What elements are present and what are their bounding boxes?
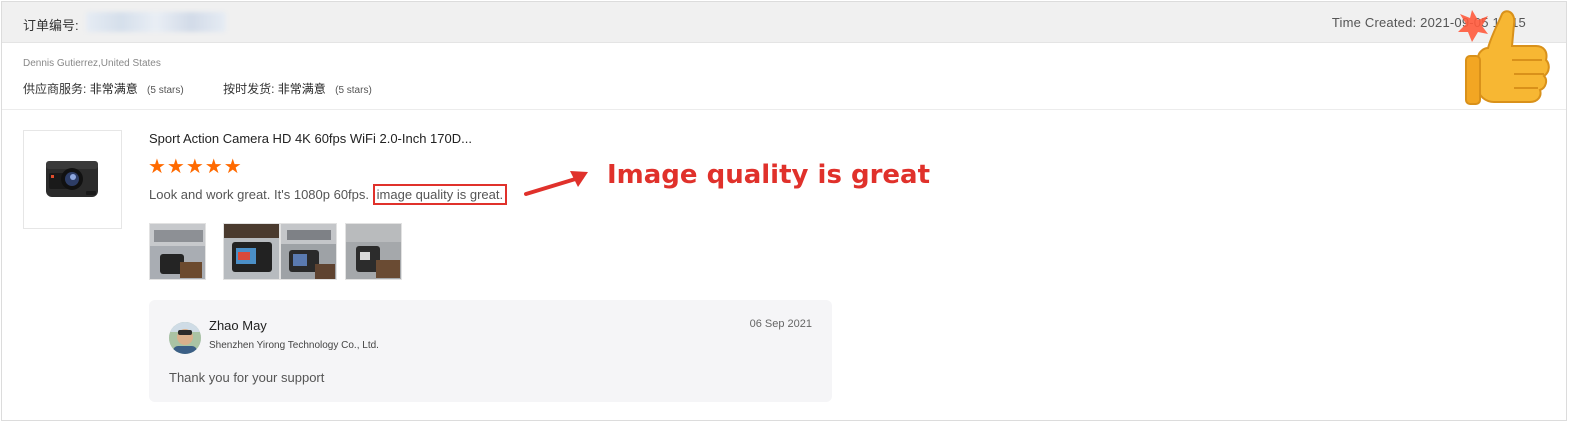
review-card: 订单编号: Time Created: 2021-09-05 12:15 Den… [1, 1, 1567, 421]
rating-stars-text: (5 stars) [335, 85, 372, 96]
photo-thumbnail-icon [281, 224, 336, 279]
review-highlight: image quality is great. [372, 184, 508, 205]
seller-company: Shenzhen Yirong Technology Co., Ltd. [209, 340, 379, 351]
review-prefix: Look and work great. It's 1080p 60fps. [149, 187, 370, 202]
photo-thumbnail-icon [224, 224, 279, 279]
review-photo[interactable] [280, 223, 337, 280]
rating-value: 非常满意 [277, 82, 326, 96]
rating-stars-text: (5 stars) [147, 85, 184, 96]
seller-reply: Zhao May Shenzhen Yirong Technology Co.,… [149, 300, 832, 402]
product-title[interactable]: Sport Action Camera HD 4K 60fps WiFi 2.0… [149, 131, 472, 146]
rating-value: 非常满意 [89, 82, 138, 96]
review-text: Look and work great. It's 1080p 60fps. i… [149, 184, 508, 205]
action-camera-icon [46, 161, 98, 197]
photo-thumbnail-icon [346, 224, 401, 279]
review-photo[interactable] [149, 223, 206, 280]
buyer-name-location: Dennis Gutierrez,United States [23, 58, 161, 69]
review-photo[interactable] [345, 223, 402, 280]
annotation-caption: Image quality is great [607, 160, 931, 190]
product-image[interactable] [23, 130, 122, 229]
divider [2, 109, 1566, 110]
rating-on-time-shipping: 按时发货: 非常满意 (5 stars) [223, 80, 372, 97]
rating-label: 供应商服务: [23, 82, 87, 96]
star-rating: ★★★★★ [148, 156, 243, 178]
order-header: 订单编号: Time Created: 2021-09-05 12:15 [2, 2, 1566, 43]
order-number-label: 订单编号: [23, 18, 79, 33]
buyer-meta: Dennis Gutierrez,United States [23, 58, 161, 69]
red-arrow-icon [524, 171, 588, 196]
rating-supplier-service: 供应商服务: 非常满意 (5 stars) [23, 80, 184, 97]
photo-thumbnail-icon [150, 224, 205, 279]
rating-label: 按时发货: [223, 82, 275, 96]
order-number-redacted [86, 12, 226, 32]
seller-name: Zhao May [209, 318, 267, 333]
reply-text: Thank you for your support [169, 370, 325, 385]
thumbs-up-emoji-icon [1458, 10, 1550, 105]
seller-ratings: 供应商服务: 非常满意 (5 stars) 按时发货: 非常满意 (5 star… [23, 80, 408, 97]
reply-date: 06 Sep 2021 [749, 318, 812, 330]
seller-avatar [169, 322, 201, 354]
review-photo[interactable] [223, 223, 280, 280]
avatar-icon [169, 322, 201, 354]
